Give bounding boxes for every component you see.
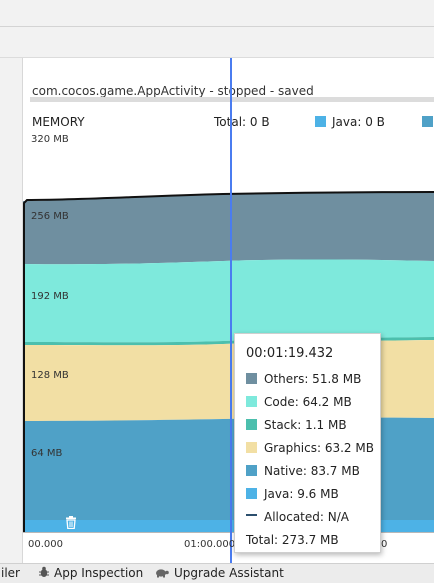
tooltip-total: Total: 273.7 MB — [246, 533, 339, 547]
native-swatch — [246, 465, 257, 476]
x-axis-label-start: 00.000 — [28, 539, 63, 550]
profiler-toolbar — [0, 27, 434, 58]
tooltip-row-others: Others: 51.8 MB — [246, 372, 361, 388]
tooltip-row-code: Code: 64.2 MB — [246, 395, 352, 411]
others-swatch — [246, 373, 257, 384]
x-axis-label-partial: 0 — [381, 539, 388, 550]
trash-icon[interactable] — [65, 514, 77, 533]
upgrade-assistant-label: Upgrade Assistant — [174, 566, 284, 580]
stack-swatch — [246, 419, 257, 430]
app-inspection-label: App Inspection — [54, 566, 144, 580]
tooltip-time: 00:01:19.432 — [246, 346, 334, 361]
turtle-icon — [156, 569, 169, 578]
allocated-dash-swatch — [246, 514, 257, 518]
tooltip-row-allocated: Allocated: N/A — [246, 510, 349, 526]
code-swatch — [246, 396, 257, 407]
y-axis-label-64: 64 MB — [31, 448, 63, 459]
y-axis-label-256: 256 MB — [31, 211, 69, 222]
sessions-strip — [0, 58, 23, 563]
graphics-swatch — [246, 442, 257, 453]
profiler-tab[interactable]: iler — [1, 566, 20, 580]
tooltip-row-java: Java: 9.6 MB — [246, 487, 339, 503]
tooltip-row-graphics: Graphics: 63.2 MB — [246, 441, 374, 457]
tooltip-row-native: Native: 83.7 MB — [246, 464, 360, 480]
y-axis-label-128: 128 MB — [31, 370, 69, 381]
top-toolbar — [0, 0, 434, 27]
bottom-tool-window-bar: iler App Inspection Upgrade Assistant — [0, 563, 434, 583]
y-axis-label-192: 192 MB — [31, 291, 69, 302]
app-inspection-tab[interactable]: App Inspection — [22, 566, 143, 580]
y-axis-label-320: 320 MB — [31, 134, 69, 145]
others-area — [23, 192, 434, 265]
code-area — [23, 259, 434, 343]
bug-icon — [39, 566, 49, 577]
upgrade-assistant-tab[interactable]: Upgrade Assistant — [155, 566, 284, 580]
memory-profiler-panel: com.cocos.game.AppActivity - stopped - s… — [23, 58, 434, 563]
memory-tooltip: 00:01:19.432 Others: 51.8 MB Code: 64.2 … — [234, 333, 381, 553]
x-axis-label-1min: 01:00.000 — [184, 539, 236, 550]
tooltip-row-stack: Stack: 1.1 MB — [246, 418, 347, 434]
java-swatch — [246, 488, 257, 499]
